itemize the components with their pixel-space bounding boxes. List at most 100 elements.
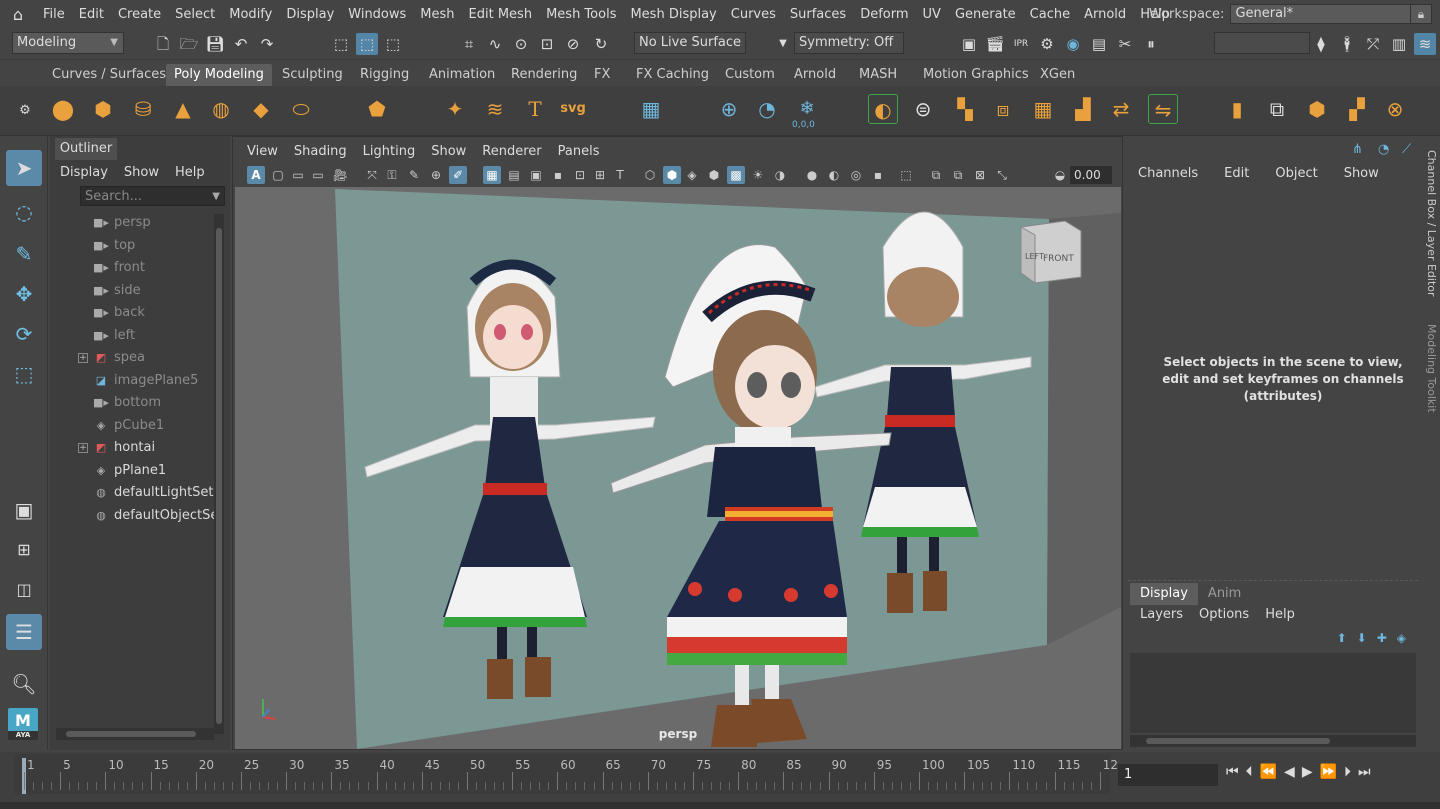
move-tool-icon[interactable]: ✥: [6, 276, 42, 312]
hypershade-icon[interactable]: ◉: [1062, 33, 1084, 55]
snap-curve-icon[interactable]: ∿: [484, 33, 506, 55]
go-to-end-icon[interactable]: ⏭: [1358, 764, 1371, 780]
character-icon[interactable]: 🕴︎: [1336, 33, 1358, 55]
menu-curves[interactable]: Curves: [724, 7, 783, 22]
snap-point-icon[interactable]: ⊙: [510, 33, 532, 55]
camera-attributes-icon[interactable]: ▢: [269, 166, 287, 184]
film-gate-toggle-icon[interactable]: ▤: [505, 166, 523, 184]
step-back-frame-icon[interactable]: ⏴: [1246, 764, 1253, 780]
pause-icon[interactable]: ⏸: [1140, 33, 1162, 55]
select-by-object-icon[interactable]: ⬚: [356, 33, 378, 55]
render-icon[interactable]: 🎬︎: [984, 33, 1006, 55]
menu-mesh-display[interactable]: Mesh Display: [623, 7, 723, 22]
wireframe-icon[interactable]: ⬡: [641, 166, 659, 184]
safe-title-icon[interactable]: T: [611, 166, 629, 184]
gate-mask-icon[interactable]: ▪: [549, 166, 567, 184]
menu-deform[interactable]: Deform: [853, 7, 915, 22]
poly-disc-icon[interactable]: ⬭: [286, 94, 316, 124]
xray-components-icon[interactable]: ⊠: [971, 166, 989, 184]
menu-surfaces[interactable]: Surfaces: [783, 7, 853, 22]
render-view-icon[interactable]: ▣: [958, 33, 980, 55]
viewport-menu-lighting[interactable]: Lighting: [355, 144, 424, 159]
tab-arnold[interactable]: Arnold: [786, 64, 844, 86]
poly-sphere-icon[interactable]: ⬤: [48, 94, 78, 124]
current-frame-field[interactable]: 1: [1118, 764, 1218, 786]
tab-xgen[interactable]: XGen: [1032, 64, 1083, 86]
snap-grid-icon[interactable]: ⌗: [458, 33, 480, 55]
timeline-ruler[interactable]: 1 5 10 15 20 25 30 35 40 45 50 55 60 65 70 75 80 85 90 95 10…: [14, 754, 1118, 794]
motion-blur-icon[interactable]: ◐: [825, 166, 843, 184]
bookmark-icon[interactable]: ▭: [289, 166, 307, 184]
textured-icon[interactable]: ▩: [727, 166, 745, 184]
isolate-select-icon[interactable]: ⬚: [897, 166, 915, 184]
menu-select[interactable]: Select: [168, 7, 222, 22]
menu-mesh-tools[interactable]: Mesh Tools: [539, 7, 623, 22]
tab-fx[interactable]: FX: [586, 64, 618, 86]
arnold-ipr-icon[interactable]: ✂: [1114, 33, 1136, 55]
outliner-tab[interactable]: Outliner: [55, 138, 117, 160]
append-icon[interactable]: ▞: [1342, 94, 1372, 124]
menu-file[interactable]: File: [36, 7, 72, 22]
bevel-icon[interactable]: ⬢: [1302, 94, 1332, 124]
outliner-menu-show[interactable]: Show: [124, 165, 159, 180]
grease-pencil-icon[interactable]: ✎: [405, 166, 423, 184]
poly-text-icon[interactable]: T: [520, 94, 550, 124]
tab-curves-surfaces[interactable]: Curves / Surfaces: [44, 64, 174, 86]
tab-channel-box-layer-editor[interactable]: Channel Box / Layer Editor: [1422, 150, 1438, 297]
workspace-dropdown[interactable]: General*▼: [1230, 4, 1423, 24]
undo-icon[interactable]: ↶: [230, 33, 252, 55]
snap-rotate-icon[interactable]: ↻: [590, 33, 612, 55]
tab-animation[interactable]: Animation: [421, 64, 503, 86]
chevron-down-icon[interactable]: ▼: [772, 33, 794, 55]
menu-edit-mesh[interactable]: Edit Mesh: [462, 7, 540, 22]
four-view-layout-icon[interactable]: ⊞: [6, 532, 42, 568]
poly-torus-icon[interactable]: ◍: [206, 94, 236, 124]
menu-modify[interactable]: Modify: [222, 7, 279, 22]
save-scene-icon[interactable]: 💾︎: [204, 33, 226, 55]
channel-menu-object[interactable]: Object: [1275, 166, 1317, 181]
xray-joints-icon[interactable]: ⧉: [949, 166, 967, 184]
tab-sculpting[interactable]: Sculpting: [274, 64, 351, 86]
view-cube[interactable]: LEFT FRONT: [1020, 220, 1082, 284]
bridge-icon[interactable]: ⧉: [1262, 94, 1292, 124]
poly-cylinder-icon[interactable]: ⛁: [128, 94, 158, 124]
reduce-icon[interactable]: ▟: [1068, 94, 1098, 124]
lock-icon[interactable]: 🔒︎: [1410, 4, 1432, 24]
new-layer-selected-icon[interactable]: ◈: [1397, 631, 1406, 645]
exposure-field[interactable]: 0.00: [1070, 166, 1112, 184]
outliner-horizontal-scrollbar[interactable]: [56, 728, 214, 740]
camera-icon[interactable]: 🎥︎: [331, 166, 349, 184]
go-to-start-icon[interactable]: ⏮: [1226, 764, 1239, 780]
film-gate-icon[interactable]: ▭: [309, 166, 327, 184]
scale-tool-icon[interactable]: ⬚: [6, 356, 42, 392]
scrollbar-thumb[interactable]: [216, 228, 222, 724]
snap-live-icon[interactable]: ⊘: [562, 33, 584, 55]
layer-horizontal-scrollbar[interactable]: [1130, 735, 1416, 747]
layer-menu-layers[interactable]: Layers: [1140, 607, 1183, 622]
paint-select-icon[interactable]: ✎: [6, 236, 42, 272]
exposure-icon[interactable]: ◒: [1051, 166, 1069, 184]
select-tool-icon[interactable]: ➤: [6, 150, 42, 186]
lasso-tool-icon[interactable]: ◌: [6, 194, 42, 230]
tab-custom[interactable]: Custom: [717, 64, 783, 86]
smooth-icon[interactable]: ▦: [1028, 94, 1058, 124]
smooth-shade-icon[interactable]: ⬢: [663, 166, 681, 184]
anti-aliasing-icon[interactable]: ◎: [847, 166, 865, 184]
sweep-mesh-icon[interactable]: ≋: [480, 94, 510, 124]
outliner-layout-icon[interactable]: ☰: [6, 614, 42, 650]
channel-menu-edit[interactable]: Edit: [1224, 166, 1249, 181]
menu-display[interactable]: Display: [279, 7, 341, 22]
mirror-icon[interactable]: ⇄: [1106, 94, 1136, 124]
use-lights-icon[interactable]: ☀: [749, 166, 767, 184]
xray-icon[interactable]: ⧉: [927, 166, 945, 184]
outliner-menu-help[interactable]: Help: [175, 165, 205, 180]
ipr-render-icon[interactable]: IPR: [1010, 33, 1032, 55]
redo-icon[interactable]: ↷: [256, 33, 278, 55]
layers-icon[interactable]: ≋: [1414, 33, 1436, 55]
expand-icon[interactable]: +: [78, 443, 88, 453]
outliner-search-input[interactable]: Search... ▼: [80, 186, 225, 206]
scrollbar-thumb[interactable]: [66, 731, 196, 737]
two-view-layout-icon[interactable]: ◫: [6, 572, 42, 608]
transform-icon[interactable]: ⤱: [1362, 33, 1384, 55]
select-by-component-icon[interactable]: ⬚: [382, 33, 404, 55]
